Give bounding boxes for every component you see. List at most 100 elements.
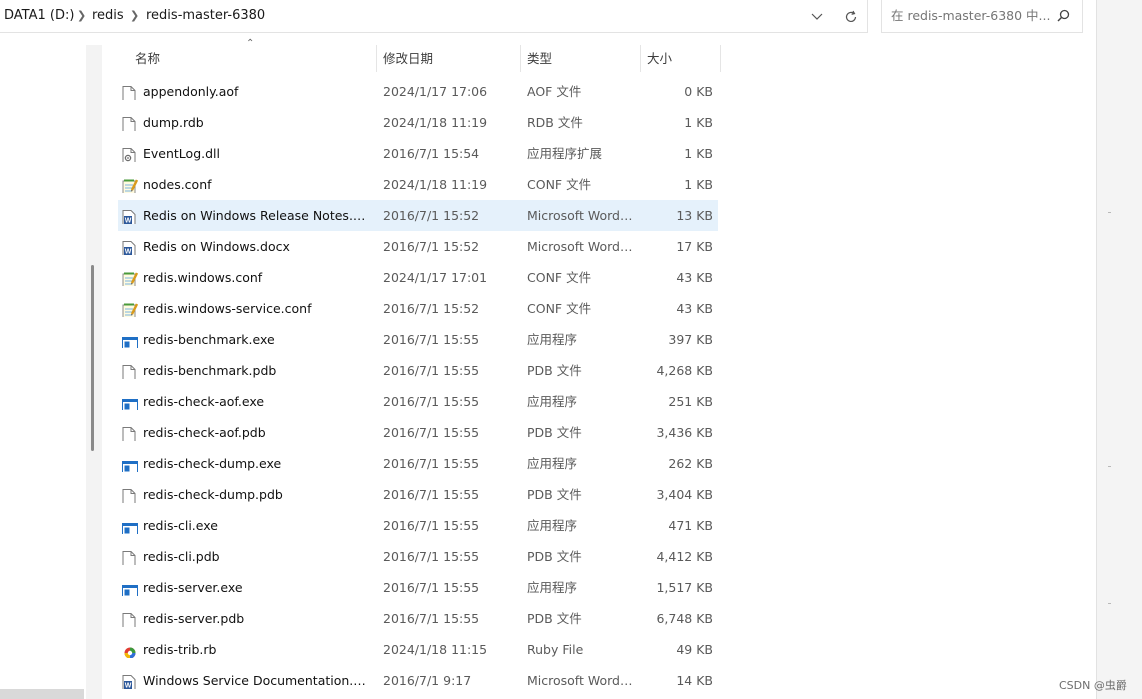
file-name: redis-trib.rb bbox=[143, 642, 217, 657]
file-row[interactable]: appendonly.aof 2024/1/17 17:06 AOF 文件 0 KB bbox=[118, 76, 718, 107]
file-type: 应用程序 bbox=[527, 456, 578, 471]
file-name: dump.rdb bbox=[143, 115, 204, 130]
file-date: 2016/7/1 15:55 bbox=[383, 363, 480, 378]
file-name: redis-cli.exe bbox=[143, 518, 218, 533]
file-size: 251 KB bbox=[668, 394, 713, 409]
chevron-right-icon[interactable]: ❯ bbox=[77, 0, 86, 33]
file-date: 2016/7/1 15:55 bbox=[383, 456, 480, 471]
word-document-icon: W bbox=[122, 672, 138, 689]
scrollbar-thumb[interactable] bbox=[91, 265, 94, 451]
address-bar[interactable]: DATA1 (D:) ❯ redis ❯ redis-master-6380 bbox=[0, 0, 868, 33]
file-type: 应用程序扩展 bbox=[527, 146, 603, 161]
chevron-down-icon[interactable] bbox=[805, 5, 829, 29]
file-row[interactable]: redis.windows-service.conf 2016/7/1 15:52… bbox=[118, 293, 718, 324]
column-divider[interactable] bbox=[520, 45, 521, 72]
file-row[interactable]: redis.windows.conf 2024/1/17 17:01 CONF 文件… bbox=[118, 262, 718, 293]
file-size: 1 KB bbox=[684, 177, 713, 192]
file-type: CONF 文件 bbox=[527, 270, 592, 285]
file-row[interactable]: W Windows Service Documentation.docx 2016/… bbox=[118, 665, 718, 696]
file-row[interactable]: EventLog.dll 2016/7/1 15:54 应用程序扩展 1 KB bbox=[118, 138, 718, 169]
file-size: 43 KB bbox=[676, 301, 713, 316]
file-date: 2024/1/18 11:19 bbox=[383, 177, 488, 192]
file-row[interactable]: redis-check-dump.exe 2016/7/1 15:55 应用程序 26… bbox=[118, 448, 718, 479]
file-name: redis.windows-service.conf bbox=[143, 301, 312, 316]
notepad-file-icon bbox=[122, 176, 138, 193]
file-name: redis-server.pdb bbox=[143, 611, 245, 626]
file-size: 4,412 KB bbox=[656, 549, 713, 564]
file-size: 14 KB bbox=[676, 673, 713, 688]
file-row[interactable]: redis-check-aof.pdb 2016/7/1 15:55 PDB 文件 3… bbox=[118, 417, 718, 448]
file-row[interactable]: redis-check-aof.exe 2016/7/1 15:55 应用程序 251… bbox=[118, 386, 718, 417]
file-date: 2016/7/1 9:17 bbox=[383, 673, 472, 688]
file-size: 17 KB bbox=[676, 239, 713, 254]
file-name: redis-benchmark.exe bbox=[143, 332, 275, 347]
file-row[interactable]: redis-benchmark.pdb 2016/7/1 15:55 PDB 文件 4… bbox=[118, 355, 718, 386]
file-row[interactable]: redis-check-dump.pdb 2016/7/1 15:55 PDB 文件… bbox=[118, 479, 718, 510]
column-divider[interactable] bbox=[640, 45, 641, 72]
file-name: redis-check-dump.pdb bbox=[143, 487, 283, 502]
file-type: Microsoft Word ... bbox=[527, 673, 635, 688]
file-size: 262 KB bbox=[668, 456, 713, 471]
file-date: 2016/7/1 15:55 bbox=[383, 518, 480, 533]
column-header-size[interactable]: 大小 bbox=[647, 45, 717, 72]
file-date: 2024/1/18 11:15 bbox=[383, 642, 488, 657]
file-date: 2016/7/1 15:55 bbox=[383, 580, 480, 595]
file-row[interactable]: dump.rdb 2024/1/18 11:19 RDB 文件 1 KB bbox=[118, 107, 718, 138]
column-header-date[interactable]: 修改日期 bbox=[383, 45, 515, 72]
file-size: 0 KB bbox=[684, 84, 713, 99]
refresh-icon[interactable] bbox=[839, 5, 863, 29]
file-row[interactable]: redis-cli.exe 2016/7/1 15:55 应用程序 471 KB bbox=[118, 510, 718, 541]
file-date: 2016/7/1 15:52 bbox=[383, 301, 480, 316]
file-size: 3,436 KB bbox=[656, 425, 713, 440]
file-row[interactable]: redis-trib.rb 2024/1/18 11:15 Ruby File 49 … bbox=[118, 634, 718, 665]
navigation-pane[interactable] bbox=[0, 45, 86, 699]
navigation-pane-scrollbar[interactable] bbox=[86, 45, 102, 699]
file-row[interactable]: W Redis on Windows.docx 2016/7/1 15:52 Micr… bbox=[118, 231, 718, 262]
file-name: Redis on Windows Release Notes.do... bbox=[143, 208, 371, 223]
file-icon bbox=[122, 486, 138, 503]
file-row[interactable]: redis-server.pdb 2016/7/1 15:55 PDB 文件 6,74… bbox=[118, 603, 718, 634]
horizontal-scrollbar[interactable] bbox=[0, 689, 84, 699]
file-name: appendonly.aof bbox=[143, 84, 239, 99]
dll-file-icon bbox=[122, 145, 138, 162]
file-size: 1 KB bbox=[684, 146, 713, 161]
search-icon[interactable] bbox=[1057, 9, 1070, 25]
file-name: redis-server.exe bbox=[143, 580, 243, 595]
breadcrumb-current-folder[interactable]: redis-master-6380 bbox=[146, 0, 265, 33]
chevron-right-icon[interactable]: ❯ bbox=[130, 0, 139, 33]
column-divider[interactable] bbox=[720, 45, 721, 72]
divider bbox=[1108, 603, 1111, 604]
file-row[interactable]: redis-benchmark.exe 2016/7/1 15:55 应用程序 397… bbox=[118, 324, 718, 355]
file-type: Microsoft Word ... bbox=[527, 239, 635, 254]
file-type: CONF 文件 bbox=[527, 177, 592, 192]
breadcrumb-redis[interactable]: redis bbox=[92, 0, 124, 33]
search-input[interactable] bbox=[891, 0, 1051, 32]
exe-file-icon bbox=[122, 331, 138, 348]
file-size: 471 KB bbox=[668, 518, 713, 533]
column-divider[interactable] bbox=[376, 45, 377, 72]
file-name: redis.windows.conf bbox=[143, 270, 263, 285]
file-type: PDB 文件 bbox=[527, 425, 582, 440]
file-row[interactable]: nodes.conf 2024/1/18 11:19 CONF 文件 1 KB bbox=[118, 169, 718, 200]
file-size: 4,268 KB bbox=[656, 363, 713, 378]
file-size: 1 KB bbox=[684, 115, 713, 130]
file-row[interactable]: redis-cli.pdb 2016/7/1 15:55 PDB 文件 4,412 K… bbox=[118, 541, 718, 572]
file-type: RDB 文件 bbox=[527, 115, 583, 130]
file-row-selected[interactable]: W Redis on Windows Release Notes.do... 201… bbox=[118, 200, 718, 231]
exe-file-icon bbox=[122, 517, 138, 534]
breadcrumb-drive[interactable]: DATA1 (D:) bbox=[4, 0, 74, 33]
word-document-icon: W bbox=[122, 238, 138, 255]
notepad-file-icon bbox=[122, 300, 138, 317]
file-icon bbox=[122, 548, 138, 565]
file-name: redis-cli.pdb bbox=[143, 549, 220, 564]
file-date: 2016/7/1 15:55 bbox=[383, 332, 480, 347]
window-edge bbox=[1096, 0, 1142, 699]
column-header-type[interactable]: 类型 bbox=[527, 45, 635, 72]
file-name: redis-check-dump.exe bbox=[143, 456, 282, 471]
notepad-file-icon bbox=[122, 269, 138, 286]
file-size: 1,517 KB bbox=[656, 580, 713, 595]
search-box[interactable] bbox=[881, 0, 1083, 33]
file-row[interactable]: redis-server.exe 2016/7/1 15:55 应用程序 1,517 … bbox=[118, 572, 718, 603]
column-header-name[interactable]: 名称 bbox=[135, 45, 371, 72]
file-name: redis-check-aof.pdb bbox=[143, 425, 266, 440]
